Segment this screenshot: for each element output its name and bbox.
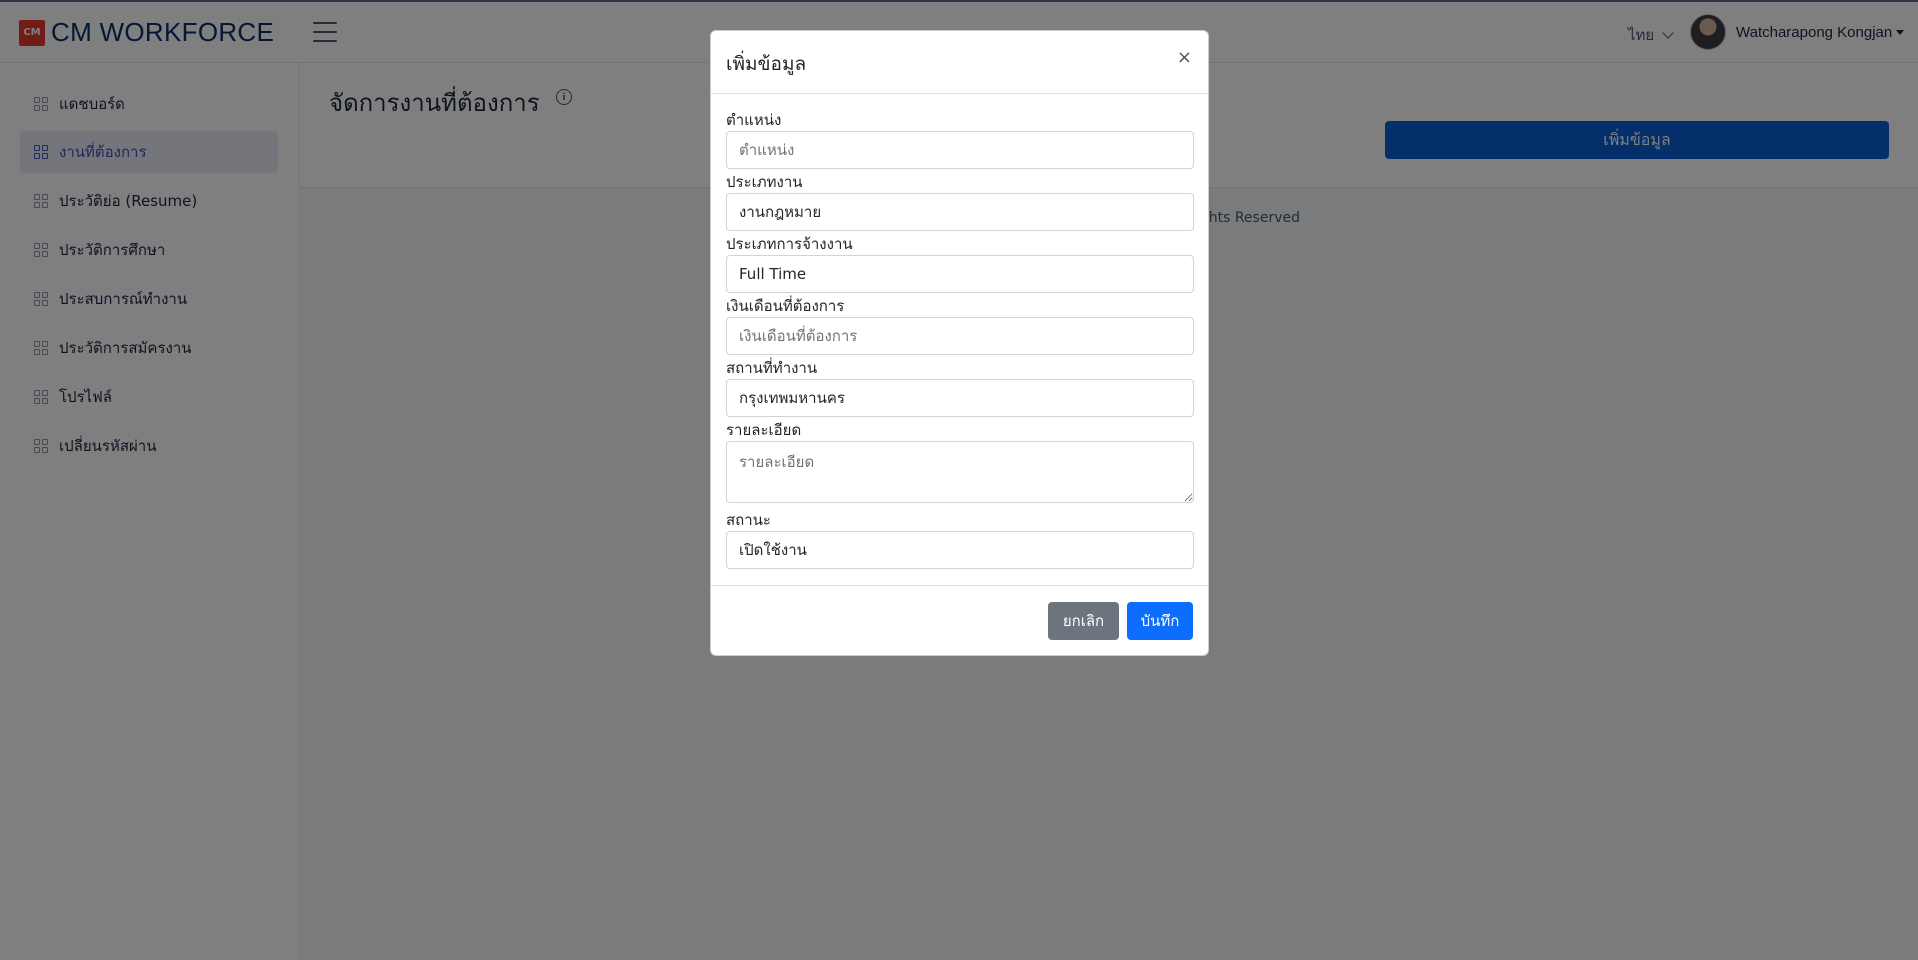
position-input[interactable] — [726, 131, 1194, 169]
status-label: สถานะ — [726, 511, 771, 529]
job-type-input[interactable] — [726, 193, 1194, 231]
employment-type-label: ประเภทการจ้างงาน — [726, 235, 853, 253]
salary-label: เงินเดือนที่ต้องการ — [726, 297, 845, 315]
details-textarea[interactable] — [726, 441, 1194, 503]
close-icon[interactable]: × — [1177, 49, 1192, 67]
save-button[interactable]: บันทึก — [1127, 602, 1193, 640]
modal-title: เพิ่มข้อมูล — [726, 53, 807, 75]
add-data-modal: เพิ่มข้อมูล × ตำแหน่ง ประเภทงาน ประเภทกา… — [710, 30, 1209, 656]
modal-footer: ยกเลิก บันทึก — [711, 585, 1208, 655]
location-input[interactable] — [726, 379, 1194, 417]
position-label: ตำแหน่ง — [726, 111, 782, 129]
cancel-button[interactable]: ยกเลิก — [1048, 602, 1119, 640]
modal-header: เพิ่มข้อมูล × — [711, 31, 1208, 94]
details-label: รายละเอียด — [726, 421, 802, 439]
job-type-label: ประเภทงาน — [726, 173, 803, 191]
modal-body: ตำแหน่ง ประเภทงาน ประเภทการจ้างงาน เงินเ… — [726, 109, 1194, 571]
salary-input[interactable] — [726, 317, 1194, 355]
employment-type-input[interactable] — [726, 255, 1194, 293]
location-label: สถานที่ทำงาน — [726, 359, 818, 377]
status-input[interactable] — [726, 531, 1194, 569]
